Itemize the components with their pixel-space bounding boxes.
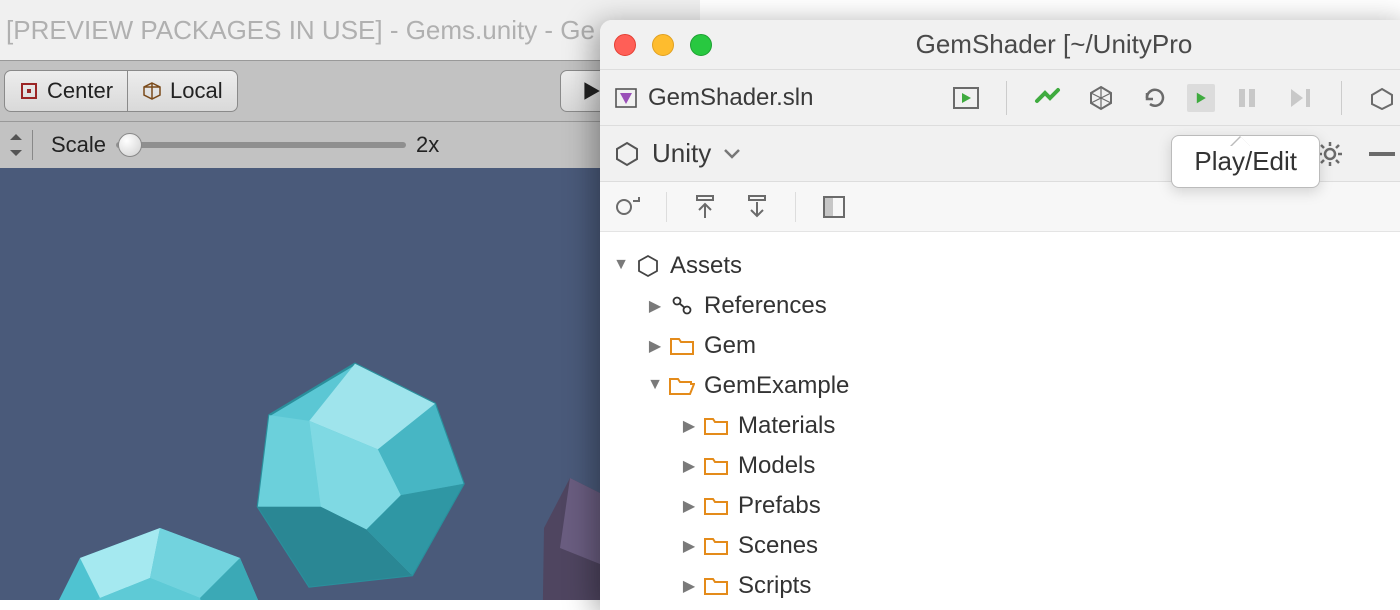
- tree-label: Prefabs: [738, 492, 821, 520]
- tree-label: Scripts: [738, 572, 811, 600]
- disclosure-triangle-icon[interactable]: ▼: [608, 256, 634, 274]
- slider-thumb[interactable]: [118, 133, 142, 157]
- local-button[interactable]: Local: [128, 70, 238, 112]
- play-edit-tooltip: Play/Edit: [1171, 135, 1320, 188]
- references-icon: [668, 295, 696, 317]
- disclosure-triangle-icon[interactable]: ▶: [676, 536, 702, 556]
- sync-tree-button[interactable]: [614, 193, 642, 221]
- tree-label: Gem: [704, 332, 756, 360]
- solution-selector[interactable]: GemShader.sln: [614, 84, 813, 112]
- platform-label: Unity: [652, 138, 711, 169]
- folder-open-icon: [668, 376, 696, 396]
- solution-icon: [614, 86, 638, 110]
- disclosure-triangle-icon[interactable]: ▶: [676, 576, 702, 596]
- scale-slider[interactable]: [116, 142, 406, 148]
- tree-item-models[interactable]: ▶ Models: [608, 446, 1400, 486]
- tree-item-references[interactable]: ▶ References: [608, 286, 1400, 326]
- refresh-button[interactable]: [1141, 84, 1169, 112]
- ide-window: GemShader [~/UnityPro GemShader.sln Play…: [600, 20, 1400, 610]
- folder-icon: [702, 496, 730, 516]
- disclosure-triangle-icon[interactable]: ▼: [642, 376, 668, 394]
- minimize-icon[interactable]: [652, 34, 674, 56]
- settings-button[interactable]: [1316, 140, 1344, 168]
- unity-window-title: [PREVIEW PACKAGES IN USE] - Gems.unity -…: [0, 0, 700, 60]
- unity-editor-window: [PREVIEW PACKAGES IN USE] - Gems.unity -…: [0, 0, 700, 600]
- gem-object-2: [20, 518, 280, 600]
- ide-window-title: GemShader [~/UnityPro: [712, 29, 1396, 60]
- unity-scene-view[interactable]: [0, 168, 700, 600]
- tree-label: GemExample: [704, 372, 849, 400]
- folder-icon: [702, 456, 730, 476]
- scale-value: 2x: [416, 132, 439, 158]
- tree-label: References: [704, 292, 827, 320]
- platform-selector[interactable]: Unity: [614, 138, 741, 169]
- device-button[interactable]: [1368, 84, 1396, 112]
- select-target-button[interactable]: [952, 84, 980, 112]
- ide-pause-button[interactable]: [1233, 84, 1261, 112]
- tree-item-materials[interactable]: ▶ Materials: [608, 406, 1400, 446]
- window-controls: [614, 34, 712, 56]
- chevron-down-icon: [723, 148, 741, 160]
- build-button[interactable]: [1033, 84, 1061, 112]
- ide-main-toolbar: GemShader.sln: [600, 70, 1400, 126]
- unity-scale-bar: Scale 2x: [0, 122, 700, 168]
- folder-icon: [702, 536, 730, 556]
- disclosure-triangle-icon[interactable]: ▶: [676, 496, 702, 516]
- disclosure-triangle-icon[interactable]: ▶: [676, 416, 702, 436]
- tree-root-assets[interactable]: ▼ Assets: [608, 246, 1400, 286]
- tree-label: Models: [738, 452, 815, 480]
- minus-icon: [1369, 151, 1395, 157]
- tree-item-scripts[interactable]: ▶ Scripts: [608, 566, 1400, 606]
- tree-item-gem[interactable]: ▶ Gem: [608, 326, 1400, 366]
- collapse-button[interactable]: [1368, 140, 1396, 168]
- solution-pad-toolbar: [600, 182, 1400, 232]
- disclosure-triangle-icon[interactable]: ▶: [676, 456, 702, 476]
- scale-label: Scale: [51, 132, 106, 158]
- unity-project-icon: [634, 254, 662, 278]
- cube-icon: [142, 81, 162, 101]
- solution-tree: ▼ Assets ▶ References ▶ Gem ▼ GemExample…: [600, 232, 1400, 610]
- arrows-icon: [8, 132, 24, 158]
- ide-titlebar[interactable]: GemShader [~/UnityPro: [600, 20, 1400, 70]
- folder-icon: [702, 576, 730, 596]
- tree-item-gemexample[interactable]: ▼ GemExample: [608, 366, 1400, 406]
- collapse-all-button[interactable]: [691, 193, 719, 221]
- tree-item-scenes[interactable]: ▶ Scenes: [608, 526, 1400, 566]
- tree-item-prefabs[interactable]: ▶ Prefabs: [608, 486, 1400, 526]
- play-icon: [580, 80, 602, 102]
- gear-icon: [1316, 140, 1344, 168]
- attach-unity-button[interactable]: [1087, 84, 1115, 112]
- folder-icon: [702, 416, 730, 436]
- properties-button[interactable]: [820, 193, 848, 221]
- local-label: Local: [170, 78, 223, 104]
- center-label: Center: [47, 78, 113, 104]
- tree-label: Scenes: [738, 532, 818, 560]
- unity-icon: [614, 141, 640, 167]
- play-edit-button[interactable]: [1187, 84, 1215, 112]
- tree-label: Materials: [738, 412, 835, 440]
- close-icon[interactable]: [614, 34, 636, 56]
- folder-icon: [668, 336, 696, 356]
- ide-toolbar-buttons: [952, 81, 1396, 115]
- center-button[interactable]: Center: [4, 70, 128, 112]
- unity-toolbar: Center Local: [0, 60, 700, 122]
- disclosure-triangle-icon[interactable]: ▶: [642, 336, 668, 356]
- disclosure-triangle-icon[interactable]: ▶: [642, 296, 668, 316]
- expand-all-button[interactable]: [743, 193, 771, 221]
- unity-pivot-buttons: Center Local: [4, 70, 238, 112]
- center-icon: [19, 81, 39, 101]
- maximize-icon[interactable]: [690, 34, 712, 56]
- ide-step-button[interactable]: [1287, 84, 1315, 112]
- tree-label: Assets: [670, 252, 742, 280]
- solution-name: GemShader.sln: [648, 84, 813, 112]
